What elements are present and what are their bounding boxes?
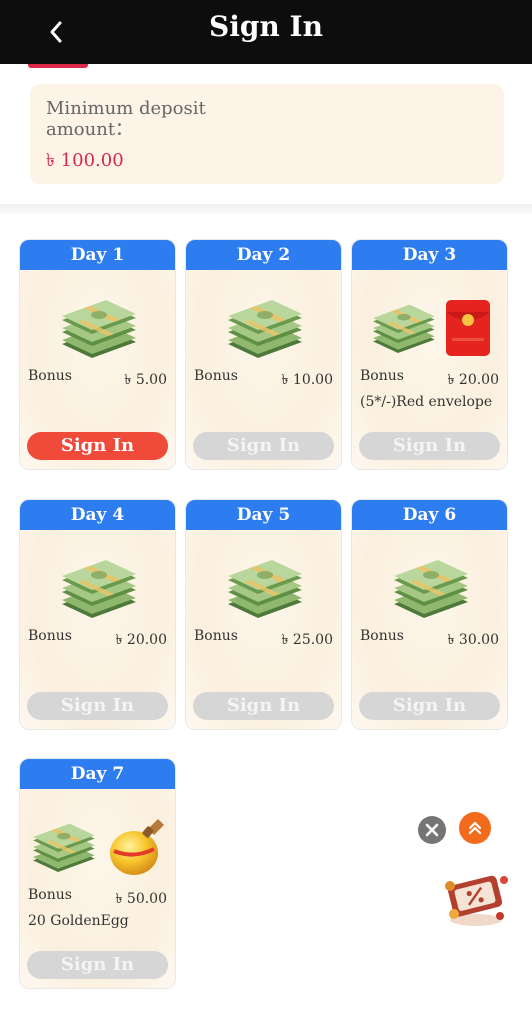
day-card: Day 6 Bonus ৳ 30.00 Sign In bbox=[351, 499, 508, 730]
cash-stack-icon bbox=[393, 560, 468, 618]
app-header: Sign In bbox=[0, 0, 532, 64]
day-card-body: Bonus ৳ 20.00 (5*/-)Red envelope Sign In bbox=[352, 270, 507, 469]
bonus-value: ৳ 50.00 bbox=[115, 891, 167, 907]
red-envelope-icon bbox=[445, 300, 490, 356]
page-title: Sign In bbox=[209, 10, 323, 43]
day-card: Day 2 Bonus ৳ 10.00 Sign In bbox=[185, 239, 342, 470]
day-title: Day 1 bbox=[20, 240, 175, 270]
close-icon bbox=[425, 823, 439, 837]
cash-stack-icon bbox=[227, 560, 302, 618]
day-title: Day 2 bbox=[186, 240, 341, 270]
day-card: Day 1 Bonus ৳ 5.00 Sign In bbox=[19, 239, 176, 470]
day-card: Day 3 Bonus ৳ 20.00 (5*/-)Red envelope Sign … bbox=[351, 239, 508, 470]
bonus-label: Bonus bbox=[194, 628, 238, 644]
bonus-label: Bonus bbox=[194, 368, 238, 384]
day-title: Day 6 bbox=[352, 500, 507, 530]
cash-stack-icon bbox=[227, 300, 302, 358]
day-card-body: Bonus ৳ 25.00 Sign In bbox=[186, 530, 341, 729]
scroll-top-button[interactable] bbox=[459, 812, 491, 844]
double-chevron-up-icon bbox=[468, 821, 482, 835]
bonus-row: Bonus ৳ 10.00 bbox=[194, 368, 333, 392]
sign-in-button[interactable]: Sign In bbox=[359, 432, 500, 460]
sign-in-button[interactable]: Sign In bbox=[27, 432, 168, 460]
bonus-label: Bonus bbox=[360, 368, 404, 384]
reward-images bbox=[186, 288, 341, 368]
bonus-label: Bonus bbox=[360, 628, 404, 644]
bonus-label: Bonus bbox=[28, 368, 72, 384]
bonus-row: Bonus ৳ 30.00 bbox=[360, 628, 499, 652]
bonus-label: Bonus bbox=[28, 628, 72, 644]
day-card: Day 4 Bonus ৳ 20.00 Sign In bbox=[19, 499, 176, 730]
cash-stack-icon bbox=[32, 823, 95, 872]
day-card: Day 5 Bonus ৳ 25.00 Sign In bbox=[185, 499, 342, 730]
extra-reward-text: (5*/-)Red envelope bbox=[360, 394, 493, 410]
reward-images bbox=[20, 288, 175, 368]
bonus-value: ৳ 20.00 bbox=[115, 632, 167, 648]
bonus-value: ৳ 30.00 bbox=[447, 632, 499, 648]
day-card-body: Bonus ৳ 50.00 20 GoldenEgg Sign In bbox=[20, 789, 175, 988]
day-card-body: Bonus ৳ 10.00 Sign In bbox=[186, 270, 341, 469]
day-title: Day 7 bbox=[20, 759, 175, 789]
deposit-amount: ৳ 100.00 bbox=[46, 150, 124, 171]
sign-in-button[interactable]: Sign In bbox=[193, 692, 334, 720]
extra-reward-text: 20 GoldenEgg bbox=[28, 913, 129, 929]
day-title: Day 4 bbox=[20, 500, 175, 530]
bonus-value: ৳ 25.00 bbox=[281, 632, 333, 648]
deposit-label: Minimum deposit amount： bbox=[46, 98, 206, 140]
sign-in-button[interactable]: Sign In bbox=[27, 692, 168, 720]
reward-images bbox=[20, 807, 175, 887]
cash-stack-icon bbox=[61, 560, 136, 618]
bonus-value: ৳ 10.00 bbox=[281, 372, 333, 388]
bonus-value: ৳ 5.00 bbox=[124, 372, 167, 388]
day-card-body: Bonus ৳ 5.00 Sign In bbox=[20, 270, 175, 469]
bonus-row: Bonus ৳ 5.00 bbox=[28, 368, 167, 392]
cash-stack-icon bbox=[61, 300, 136, 358]
reward-images bbox=[186, 548, 341, 628]
sign-in-button[interactable]: Sign In bbox=[27, 951, 168, 979]
golden-egg-icon bbox=[109, 819, 164, 875]
deposit-section: Minimum deposit amount： ৳ 100.00 bbox=[0, 64, 532, 204]
day-title: Day 3 bbox=[352, 240, 507, 270]
cash-stack-icon bbox=[372, 304, 435, 353]
bonus-value: ৳ 20.00 bbox=[447, 372, 499, 388]
section-divider bbox=[0, 204, 532, 214]
sign-in-button[interactable]: Sign In bbox=[359, 692, 500, 720]
day-card-body: Bonus ৳ 20.00 Sign In bbox=[20, 530, 175, 729]
scrolled-content-edge bbox=[28, 64, 88, 68]
bonus-row: Bonus ৳ 20.00 bbox=[360, 368, 499, 392]
reward-images bbox=[20, 548, 175, 628]
bonus-row: Bonus ৳ 25.00 bbox=[194, 628, 333, 652]
discount-coupon-icon bbox=[445, 875, 508, 926]
sign-in-button[interactable]: Sign In bbox=[193, 432, 334, 460]
reward-images bbox=[352, 548, 507, 628]
bonus-label: Bonus bbox=[28, 887, 72, 903]
bonus-row: Bonus ৳ 50.00 bbox=[28, 887, 167, 911]
promo-button[interactable] bbox=[436, 862, 516, 932]
close-floating-button[interactable] bbox=[418, 816, 446, 844]
day-title: Day 5 bbox=[186, 500, 341, 530]
reward-images bbox=[352, 288, 507, 368]
day-card-body: Bonus ৳ 30.00 Sign In bbox=[352, 530, 507, 729]
day-card: Day 7 Bonus ৳ 50.00 20 GoldenEgg Sign In bbox=[19, 758, 176, 989]
bonus-row: Bonus ৳ 20.00 bbox=[28, 628, 167, 652]
deposit-info-card: Minimum deposit amount： ৳ 100.00 bbox=[30, 84, 504, 184]
